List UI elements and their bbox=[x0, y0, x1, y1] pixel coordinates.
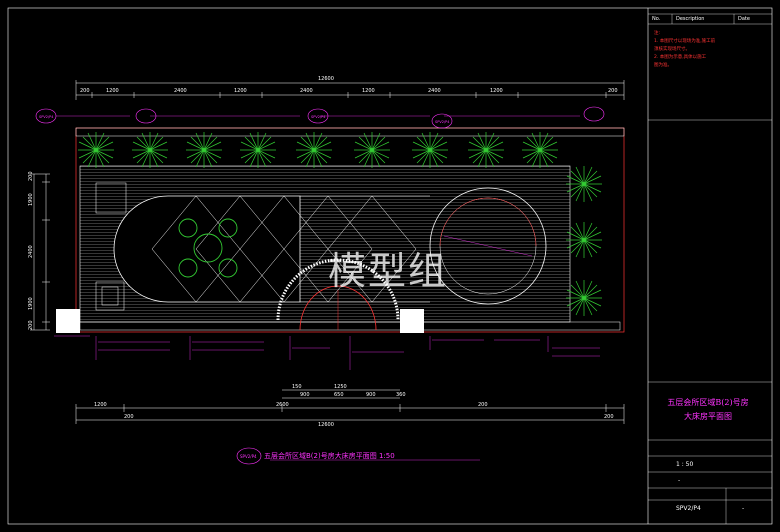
plants-top bbox=[78, 132, 558, 168]
dim-bottom-mid-4: 650 bbox=[334, 392, 344, 398]
dim-top-5: 2400 bbox=[300, 88, 313, 94]
note-line: 须核实现场尺寸。 bbox=[654, 47, 690, 52]
dim-top-8: 1200 bbox=[490, 88, 503, 94]
title-block-header-date: Date bbox=[738, 16, 750, 22]
dim-bottom-1: 1200 bbox=[94, 402, 107, 408]
dim-bottom-2: 200 bbox=[124, 414, 134, 420]
dim-bottom-4: 200 bbox=[478, 402, 488, 408]
note-line: 图为准。 bbox=[654, 63, 672, 68]
dim-top-4: 1200 bbox=[234, 88, 247, 94]
dim-lines-top bbox=[75, 80, 625, 100]
dim-top-6: 1200 bbox=[362, 88, 375, 94]
title-block-drawing-number: SPV2/P4 bbox=[676, 505, 701, 512]
title-block-header-no: No. bbox=[652, 16, 661, 22]
column-left bbox=[56, 309, 80, 333]
dim-bottom-total: 12600 bbox=[318, 422, 334, 428]
dim-bottom-mid-2: 1250 bbox=[334, 384, 347, 390]
note-line: 2. 本图为示意,具体以施工 bbox=[654, 55, 707, 60]
wall-band-top bbox=[75, 127, 625, 137]
note-line: 注: bbox=[654, 31, 661, 36]
dim-left-2: 1900 bbox=[28, 193, 34, 206]
dim-lines-bottom bbox=[75, 389, 625, 424]
dim-top-9: 200 bbox=[608, 88, 618, 94]
dim-left-1: 200 bbox=[28, 171, 34, 181]
dim-top-2: 1200 bbox=[106, 88, 119, 94]
title-block-header-description: Description bbox=[676, 16, 705, 22]
title-line-1: 五层会所区域B(2)号房 bbox=[667, 398, 749, 407]
dim-top-1: 200 bbox=[80, 88, 90, 94]
title-block-notes: 注: 1. 本图尺寸以现场为准,施工前 须核实现场尺寸。 2. 本图为示意,具体… bbox=[654, 30, 762, 70]
annotation-text-stubs bbox=[98, 339, 600, 357]
tag-label-2: SPV2/P4 bbox=[311, 115, 326, 119]
dim-bottom-mid-5: 900 bbox=[366, 392, 376, 398]
floor-strip-bottom bbox=[79, 321, 621, 331]
title-block-scale: 1 : 50 bbox=[676, 461, 694, 468]
title-line-2: 大床房平面图 bbox=[684, 412, 732, 421]
dim-top-3: 2400 bbox=[174, 88, 187, 94]
note-line: 1. 本图尺寸以现场为准,施工前 bbox=[654, 39, 716, 44]
dim-bottom-3: 2600 bbox=[276, 402, 289, 408]
dim-left-5: 200 bbox=[28, 320, 34, 330]
tag-label-1: SPV2/P4 bbox=[39, 115, 54, 119]
tag-label-3: SPV2/P4 bbox=[435, 120, 450, 124]
left-platform bbox=[113, 195, 301, 303]
column-right bbox=[400, 309, 424, 333]
cad-drawing-canvas: 12600 200 1200 2400 1200 2400 1200 2400 … bbox=[7, 7, 773, 525]
caption-tag: SPV2/P4 bbox=[240, 454, 257, 459]
drawing-caption: 五层会所区域B(2)号房大床房平面图 1:50 bbox=[264, 451, 395, 460]
plants-right bbox=[566, 166, 602, 316]
dim-bottom-mid-3: 900 bbox=[300, 392, 310, 398]
dim-bottom-5: 200 bbox=[604, 414, 614, 420]
dim-top-7: 2400 bbox=[428, 88, 441, 94]
dim-top-total: 12600 bbox=[318, 76, 334, 82]
dim-bottom-mid-6: 360 bbox=[396, 392, 406, 398]
dim-left-3: 2400 bbox=[28, 245, 34, 258]
dim-left-4: 1900 bbox=[28, 297, 34, 310]
title-block-grid bbox=[648, 13, 772, 524]
dim-bottom-mid-1: 150 bbox=[292, 384, 302, 390]
title-block-dash: - bbox=[678, 477, 681, 484]
title-block-drawing-title: 五层会所区域B(2)号房 大床房平面图 bbox=[652, 396, 764, 424]
title-block-sheet: - bbox=[742, 505, 745, 512]
